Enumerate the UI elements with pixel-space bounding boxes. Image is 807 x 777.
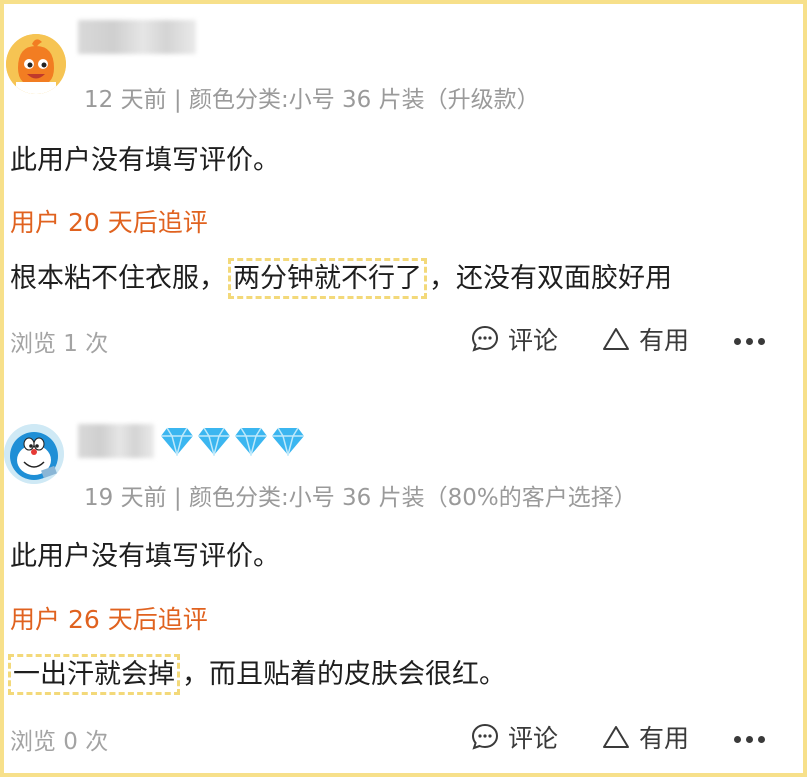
view-count: 浏览 1 次 xyxy=(10,331,109,357)
more-options-icon[interactable] xyxy=(734,338,765,345)
diamond-icon xyxy=(198,427,230,456)
followup-content: 一出汗就会掉 ，而且贴着的皮肤会很红。 xyxy=(6,652,506,695)
review-content: 此用户没有填写评价。 xyxy=(10,541,280,572)
useful-label: 有用 xyxy=(639,326,690,355)
followup-text-start: 根本粘不住衣服， xyxy=(10,263,226,294)
useful-button[interactable]: 有用 xyxy=(601,719,689,755)
triangle-up-icon xyxy=(603,726,629,748)
followup-label: 用户 26 天后追评 xyxy=(10,605,208,634)
comment-label: 评论 xyxy=(508,724,559,753)
reviews-panel: 12 天前 | 颜色分类:小号 36 片装（升级款） 此用户没有填写评价。 用户… xyxy=(4,4,803,773)
comment-button[interactable]: 评论 xyxy=(470,719,558,755)
review-meta: 12 天前 | 颜色分类:小号 36 片装（升级款） xyxy=(84,87,540,113)
doraemon-avatar-icon xyxy=(4,424,64,484)
useful-button[interactable]: 有用 xyxy=(601,321,689,357)
diamond-icon xyxy=(161,427,193,456)
followup-text-end: ，而且贴着的皮肤会很红。 xyxy=(182,659,506,690)
user-avatar[interactable] xyxy=(4,424,64,484)
comment-bubble-icon xyxy=(471,325,499,352)
followup-content: 根本粘不住衣服， 两分钟就不行了 ，还没有双面胶好用 xyxy=(10,256,672,299)
highlighted-phrase: 两分钟就不行了 xyxy=(228,258,427,299)
username-blurred xyxy=(78,424,154,458)
username-blurred xyxy=(78,20,196,54)
followup-label: 用户 20 天后追评 xyxy=(10,208,208,237)
triangle-up-icon xyxy=(603,328,629,350)
more-options-icon[interactable] xyxy=(734,736,765,743)
user-avatar[interactable] xyxy=(6,34,66,94)
diamond-icon xyxy=(235,427,267,456)
comment-bubble-icon xyxy=(471,723,499,750)
review-content: 此用户没有填写评价。 xyxy=(10,145,280,176)
followup-text-end: ，还没有双面胶好用 xyxy=(429,263,672,294)
user-level-badges xyxy=(160,426,305,456)
highlighted-phrase: 一出汗就会掉 xyxy=(8,654,180,695)
review-meta: 19 天前 | 颜色分类:小号 36 片装（80%的客户选择） xyxy=(84,485,637,511)
useful-label: 有用 xyxy=(639,724,690,753)
comment-label: 评论 xyxy=(508,326,559,355)
comment-button[interactable]: 评论 xyxy=(470,321,558,357)
diamond-icon xyxy=(272,427,304,456)
view-count: 浏览 0 次 xyxy=(10,729,109,755)
orange-mascot-icon xyxy=(6,34,66,94)
